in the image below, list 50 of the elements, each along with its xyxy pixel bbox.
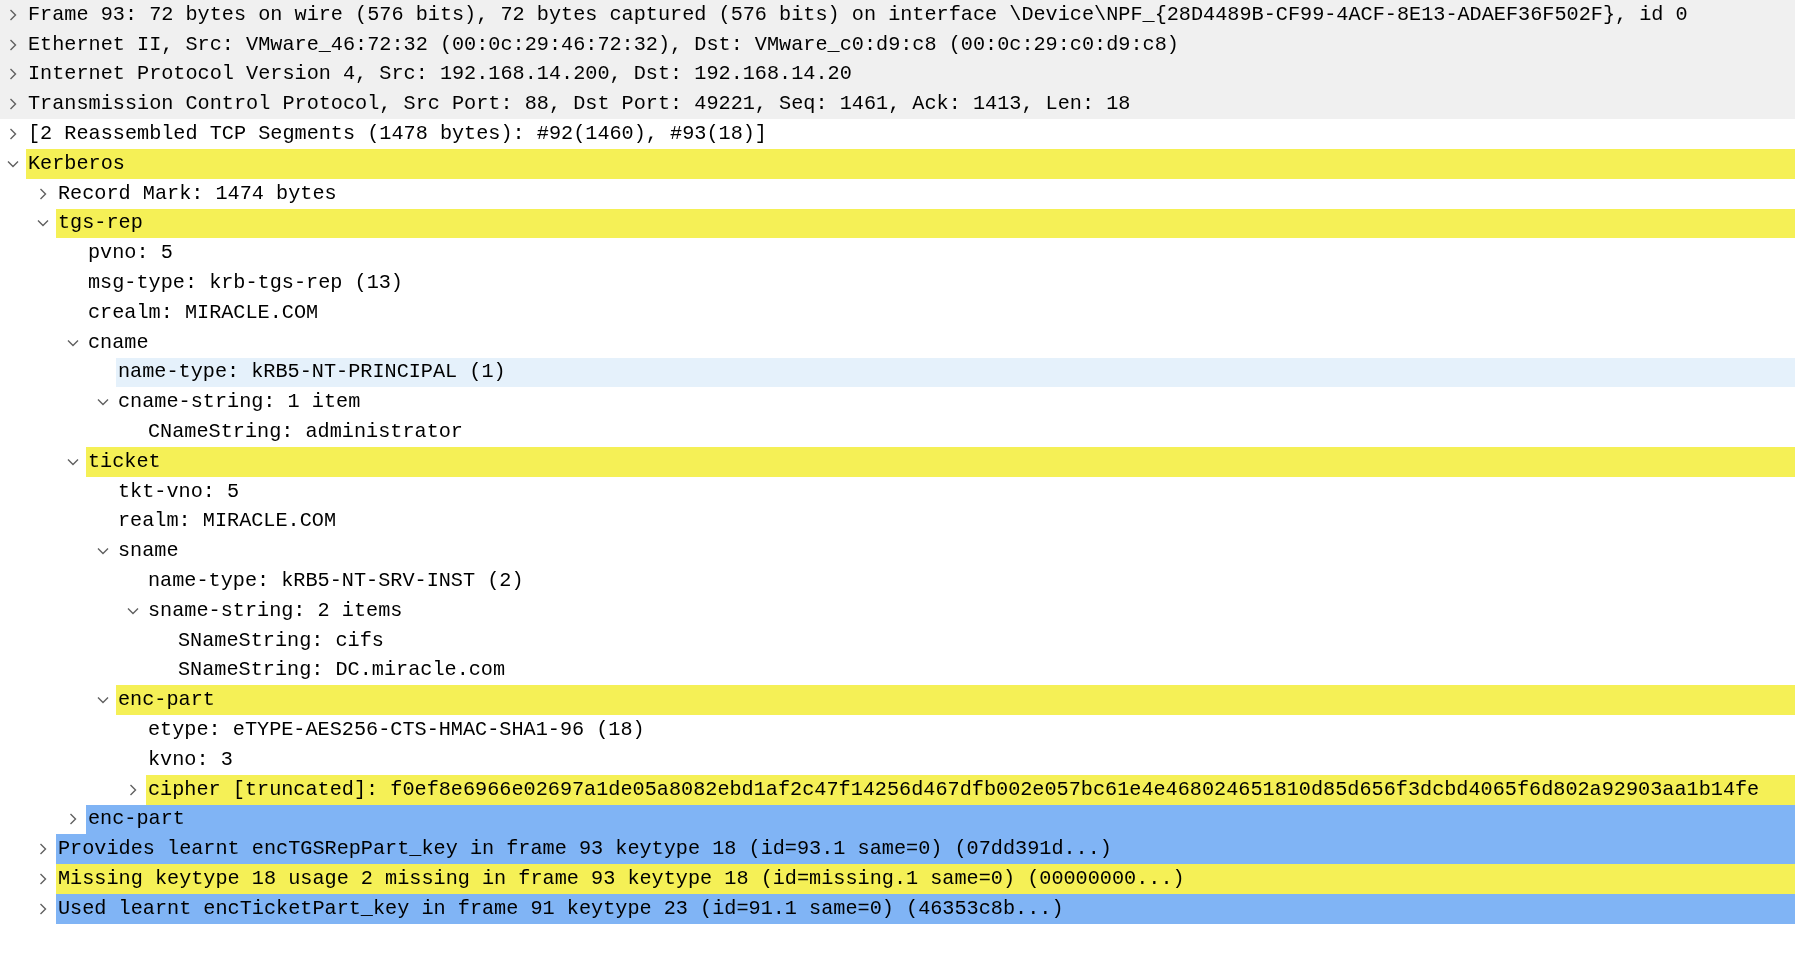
tree-item[interactable]: kvno: 3	[146, 744, 1795, 775]
chevron-down-icon[interactable]	[97, 547, 109, 556]
tree-item[interactable]: sname	[116, 536, 1795, 567]
tree-item[interactable]: cname-string: 1 item	[116, 387, 1795, 418]
tree-item[interactable]: realm: MIRACLE.COM	[116, 506, 1795, 537]
chevron-down-icon[interactable]	[7, 159, 19, 168]
chevron-down-icon[interactable]	[37, 219, 49, 228]
tree-item[interactable]: pvno: 5	[86, 238, 1795, 269]
chevron-right-icon[interactable]	[129, 783, 137, 796]
tree-item[interactable]: ticket	[86, 446, 1795, 477]
tree-item[interactable]: CNameString: administrator	[146, 417, 1795, 447]
tree-item[interactable]: [2 Reassembled TCP Segments (1478 bytes): #92(1460), #93(18)]	[26, 119, 1795, 149]
chevron-right-icon[interactable]	[9, 98, 17, 111]
chevron-down-icon[interactable]	[97, 398, 109, 407]
chevron-right-icon[interactable]	[9, 68, 17, 81]
tree-item[interactable]: tgs-rep	[56, 208, 1795, 239]
tree-item[interactable]: msg-type: krb-tgs-rep (13)	[86, 268, 1795, 298]
chevron-down-icon[interactable]	[97, 696, 109, 705]
tree-item[interactable]: sname-string: 2 items	[146, 595, 1795, 626]
tree-item[interactable]: SNameString: cifs	[176, 625, 1795, 656]
tree-item[interactable]: SNameString: DC.miracle.com	[176, 655, 1795, 686]
tree-item[interactable]: Provides learnt encTGSRepPart_key in frame 93 keytype 18 (id=93.1 same=0) (07dd391d...)	[56, 834, 1795, 865]
chevron-right-icon[interactable]	[69, 813, 77, 826]
chevron-down-icon[interactable]	[67, 457, 79, 466]
tree-item[interactable]: Record Mark: 1474 bytes	[56, 178, 1795, 209]
tree-item[interactable]: cipher [truncated]: f0ef8e6966e02697a1de05a8082ebd1af2c47f14256d467dfb002e057bc61e4e468024651810d85d656f3dcbd4065f6d802a92903aa1b14fe	[146, 774, 1795, 805]
chevron-right-icon[interactable]	[39, 902, 47, 915]
tree-item[interactable]: name-type: kRB5-NT-SRV-INST (2)	[146, 566, 1795, 596]
tree-item[interactable]: Frame 93: 72 bytes on wire (576 bits), 72 bytes captured (576 bits) on interface \Device\NPF_{28D4489B-CF99-4ACF-8E13-ADAEF36F502F}, id 0	[26, 0, 1795, 30]
tree-item[interactable]: Ethernet II, Src: VMware_46:72:32 (00:0c:29:46:72:32), Dst: VMware_c0:d9:c8 (00:0c:29:c0:d9:c8)	[26, 29, 1795, 60]
tree-item[interactable]: enc-part	[116, 685, 1795, 716]
chevron-down-icon[interactable]	[127, 606, 139, 615]
chevron-right-icon[interactable]	[39, 873, 47, 885]
tree-item[interactable]: Transmission Control Protocol, Src Port: 88, Dst Port: 49221, Seq: 1461, Ack: 1413, Len: 18	[26, 89, 1795, 120]
tree-item[interactable]: cname	[86, 327, 1795, 358]
tree-item[interactable]: tkt-vno: 5	[116, 476, 1795, 507]
chevron-right-icon[interactable]	[9, 8, 17, 21]
chevron-right-icon[interactable]	[9, 38, 17, 51]
tree-item[interactable]: Missing keytype 18 usage 2 missing in frame 93 keytype 18 (id=missing.1 same=0) (00000000...)	[56, 864, 1795, 894]
tree-item[interactable]: Internet Protocol Version 4, Src: 192.168.14.200, Dst: 192.168.14.20	[26, 59, 1795, 90]
tree-item[interactable]: crealm: MIRACLE.COM	[86, 297, 1795, 328]
tree-item[interactable]: Used learnt encTicketPart_key in frame 91 keytype 23 (id=91.1 same=0) (46353c8b...)	[56, 893, 1795, 924]
chevron-down-icon[interactable]	[67, 338, 79, 347]
chevron-right-icon[interactable]	[9, 128, 17, 141]
tree-item[interactable]: name-type: kRB5-NT-PRINCIPAL (1)	[116, 357, 1795, 388]
chevron-right-icon[interactable]	[39, 187, 47, 200]
chevron-right-icon[interactable]	[39, 843, 47, 856]
tree-item[interactable]: Kerberos	[26, 149, 1795, 179]
tree-item[interactable]: enc-part	[86, 804, 1795, 835]
tree-item[interactable]: etype: eTYPE-AES256-CTS-HMAC-SHA1-96 (18)	[146, 715, 1795, 745]
